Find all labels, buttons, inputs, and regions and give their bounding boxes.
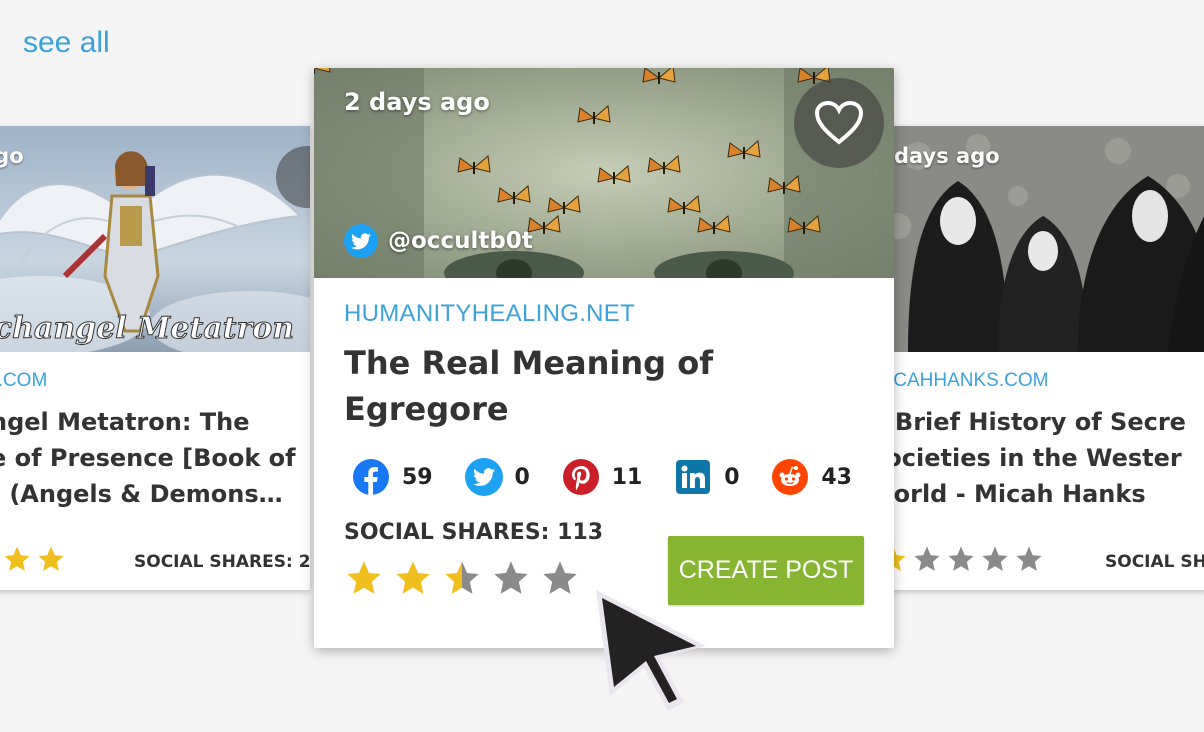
reddit-count: 43 (821, 464, 852, 490)
article-card-right[interactable]: days ago ICAHHANKS.COM A Brief History o… (878, 126, 1204, 590)
twitter-count: 0 (514, 464, 530, 490)
social-shares-count: SOCIAL SHARES: 113 (344, 520, 604, 545)
card-title-line: World - Micah Hanks (878, 480, 1146, 508)
star-icon[interactable] (540, 558, 580, 598)
facebook-count: 59 (402, 464, 433, 490)
see-all-link[interactable]: see all (23, 26, 110, 60)
card-image: rchangel Metatron (0, 126, 310, 352)
card-title-line: ] (Angels & Demons… (0, 480, 283, 508)
star-icon[interactable] (393, 558, 433, 598)
article-card-featured[interactable]: 2 days ago @occultb0t HUMANITYHEALING.NE… (314, 68, 894, 648)
twitter-icon (344, 224, 378, 258)
author-handle-text: @occultb0t (388, 228, 533, 254)
svg-text:rchangel Metatron: rchangel Metatron (0, 311, 294, 346)
heart-icon (814, 100, 864, 145)
twitter-shares[interactable]: 0 (464, 458, 530, 496)
reddit-shares[interactable]: 43 (771, 458, 852, 496)
card-source[interactable]: HUMANITYHEALING.NET (344, 300, 635, 328)
card-title-line: A Brief History of Secre (878, 408, 1186, 436)
favorite-button[interactable] (794, 78, 884, 168)
facebook-shares[interactable]: 59 (352, 458, 433, 496)
card-title[interactable]: A Brief History of Secre Societies in th… (878, 404, 1186, 512)
star-icon[interactable] (491, 558, 531, 598)
star-icon[interactable] (344, 558, 384, 598)
star-half-icon[interactable] (442, 558, 482, 598)
star-icon[interactable] (946, 544, 976, 574)
facebook-icon (352, 458, 390, 496)
pinterest-icon (562, 458, 600, 496)
reddit-icon (771, 458, 809, 496)
card-title-line: Societies in the Wester (878, 444, 1182, 472)
card-time: 2 days ago (344, 88, 490, 116)
social-shares-count: SOCIAL SHARES: 27 (134, 552, 310, 572)
rating-stars[interactable] (0, 544, 66, 574)
social-counts: 59 0 11 0 43 (352, 458, 852, 496)
rating-stars[interactable] (344, 558, 580, 598)
linkedin-count: 0 (724, 464, 740, 490)
mouse-pointer-icon (596, 590, 706, 711)
star-icon[interactable] (1014, 544, 1044, 574)
twitter-icon (464, 458, 503, 496)
card-source[interactable]: E.COM (0, 370, 47, 392)
pinterest-count: 11 (611, 464, 643, 490)
linkedin-icon (674, 458, 712, 496)
linkedin-shares[interactable]: 0 (674, 458, 740, 496)
star-icon[interactable] (912, 544, 942, 574)
card-title[interactable]: The Real Meaning of Egregore (344, 340, 864, 432)
pinterest-shares[interactable]: 11 (562, 458, 643, 496)
card-time: days ago (894, 144, 1000, 168)
card-title-line: ngel Metatron: The (0, 408, 250, 436)
star-icon[interactable] (980, 544, 1010, 574)
author-handle[interactable]: @occultb0t (344, 224, 533, 258)
card-source[interactable]: ICAHHANKS.COM (888, 370, 1048, 392)
star-icon[interactable] (36, 544, 66, 574)
card-title[interactable]: ngel Metatron: The e of Presence [Book o… (0, 404, 296, 512)
social-shares-count: SOCIAL SH (1105, 552, 1204, 572)
star-icon[interactable] (2, 544, 32, 574)
rating-stars[interactable] (878, 544, 1044, 574)
card-title-line: e of Presence [Book of (0, 444, 296, 472)
article-card-left[interactable]: rchangel Metatron ago E.COM ngel Metatro… (0, 126, 310, 590)
card-time: ago (0, 144, 24, 168)
